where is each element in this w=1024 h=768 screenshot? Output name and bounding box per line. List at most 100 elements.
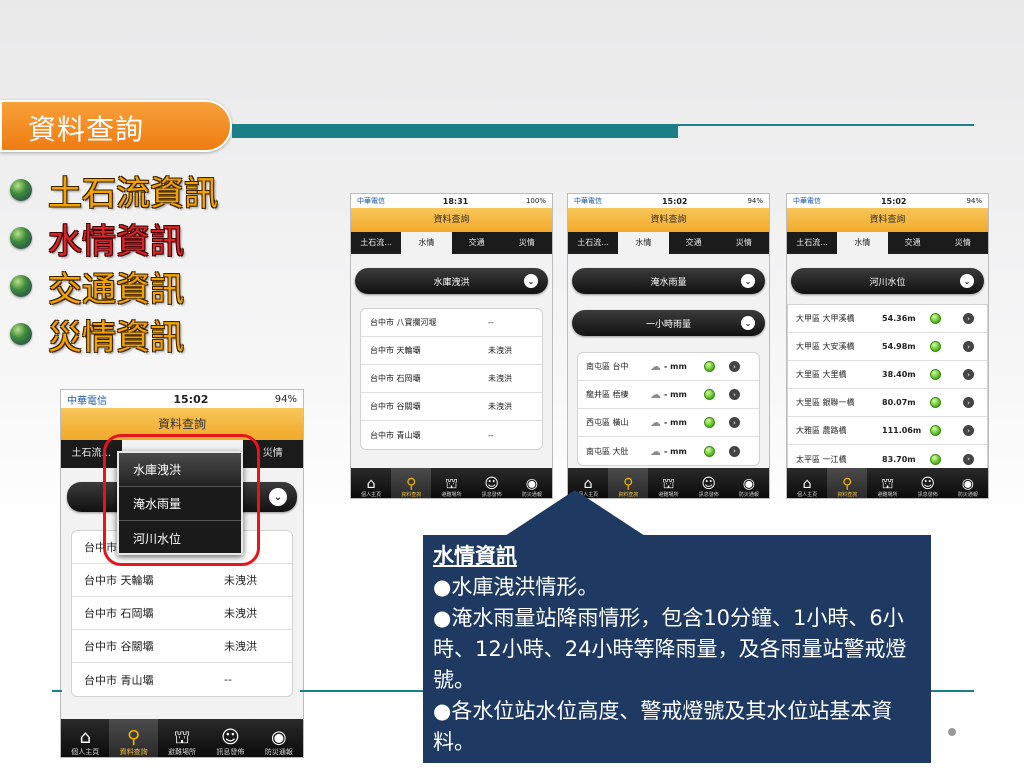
- chevron-right-icon[interactable]: ›: [963, 369, 974, 380]
- footer-rule: [52, 690, 62, 692]
- toolbar-home[interactable]: ⌂ 個人主頁: [787, 468, 827, 498]
- chevron-right-icon[interactable]: ›: [963, 313, 974, 324]
- status-bar: 中華電信 15:02 94%: [568, 194, 769, 208]
- toolbar-home[interactable]: ⌂ 個人主頁: [351, 468, 391, 498]
- chevron-right-icon[interactable]: ›: [963, 453, 974, 465]
- toolbar-label: 防災通報: [738, 492, 759, 498]
- list-item[interactable]: 大雅區 農路橋 111.06m ›: [788, 417, 987, 445]
- tab-disaster[interactable]: 災情: [938, 232, 988, 254]
- toolbar-label: 資料查詢: [401, 492, 422, 498]
- toolbar-alert[interactable]: ◉ 防災通報: [255, 719, 303, 757]
- search-icon: ⚲: [623, 476, 634, 492]
- station-status: 未洩洪: [224, 640, 257, 653]
- tab-disaster[interactable]: 災情: [719, 232, 769, 254]
- chevron-right-icon[interactable]: ›: [729, 445, 740, 457]
- list-item[interactable]: 大里區 大里橋 38.40m ›: [788, 361, 987, 389]
- list-item[interactable]: 西屯區 橫山 ☁ - mm ›: [578, 409, 759, 437]
- search-icon: ⚲: [127, 727, 141, 748]
- cloud-icon: ☁: [650, 388, 661, 401]
- list-item[interactable]: 台中市 青山壩 --: [72, 663, 292, 696]
- search-icon: ⚲: [406, 476, 417, 492]
- chevron-right-icon[interactable]: ›: [729, 361, 740, 372]
- water-level-value: 83.70m: [882, 454, 916, 464]
- dropdown-selector[interactable]: 水庫洩洪 ⌄: [355, 268, 548, 294]
- tab-traffic[interactable]: 交通: [669, 232, 719, 254]
- toolbar-search[interactable]: ⚲ 資料查詢: [827, 468, 868, 498]
- toolbar-label: 訊息發佈: [917, 492, 938, 498]
- chevron-right-icon[interactable]: ›: [729, 417, 740, 428]
- duration-selector[interactable]: 一小時雨量 ⌄: [572, 310, 765, 336]
- chat-icon: ☺: [701, 476, 717, 492]
- toolbar-label: 資料查詢: [119, 748, 148, 756]
- chevron-right-icon[interactable]: ›: [963, 425, 974, 436]
- station-name: 大雅區 農路橋: [796, 426, 847, 435]
- tab-debris[interactable]: 土石流...: [787, 232, 837, 254]
- list-item[interactable]: 台中市 八寶攔河堰 --: [361, 309, 542, 337]
- tab-debris[interactable]: 土石流...: [568, 232, 618, 254]
- toolbar-shelter[interactable]: ⛫ 避難場所: [648, 468, 688, 498]
- tab-debris[interactable]: 土石流...: [351, 232, 401, 254]
- list-item[interactable]: 台中市 天輪壩 未洩洪: [361, 337, 542, 365]
- tab-water[interactable]: 水情: [837, 232, 888, 254]
- rainfall-value: - mm: [664, 390, 687, 399]
- home-icon: ⌂: [366, 476, 376, 492]
- toolbar-message[interactable]: ☺ 訊息發佈: [689, 468, 729, 498]
- battery-label: 94%: [966, 197, 982, 205]
- carrier-label: 中華電信: [793, 197, 821, 205]
- list-item[interactable]: 台中市 石岡壩 未洩洪: [72, 597, 292, 630]
- toolbar-message[interactable]: ☺ 訊息發佈: [206, 719, 254, 757]
- chevron-down-icon: ⌄: [269, 488, 287, 506]
- tab-water[interactable]: 水情: [401, 232, 452, 254]
- water-level-value: 38.40m: [882, 370, 916, 379]
- toolbar-search[interactable]: ⚲ 資料查詢: [391, 468, 432, 498]
- bullet-item: 土石流資訊: [10, 166, 218, 214]
- app-title: 資料查詢: [869, 215, 906, 225]
- toolbar-search[interactable]: ⚲ 資料查詢: [109, 719, 158, 757]
- list-item[interactable]: 台中市 青山壩 --: [361, 421, 542, 449]
- status-light-icon: [704, 389, 715, 400]
- footer-rule: [300, 690, 424, 692]
- dropdown-selector[interactable]: 淹水雨量 ⌄: [572, 268, 765, 294]
- rainfall-value: - mm: [664, 362, 687, 371]
- list-item[interactable]: 大里區 銀聯一橋 80.07m ›: [788, 389, 987, 417]
- toolbar-label: 訊息發佈: [216, 748, 245, 756]
- list-item[interactable]: 台中市 谷關壩 未洩洪: [72, 630, 292, 663]
- toolbar-message[interactable]: ☺ 訊息發佈: [908, 468, 948, 498]
- carrier-label: 中華電信: [574, 197, 602, 205]
- tab-traffic[interactable]: 交通: [452, 232, 502, 254]
- battery-label: 94%: [274, 393, 297, 405]
- rainfall-value: - mm: [664, 418, 687, 427]
- toolbar-label: 資料查詢: [837, 492, 858, 498]
- tab-water[interactable]: 水情: [618, 232, 669, 254]
- list-item[interactable]: 大甲區 大甲溪橋 54.36m ›: [788, 305, 987, 333]
- toolbar-home[interactable]: ⌂ 個人主頁: [61, 719, 109, 757]
- tab-disaster[interactable]: 災情: [502, 232, 552, 254]
- toolbar-alert[interactable]: ◉ 防災通報: [729, 468, 769, 498]
- chevron-right-icon[interactable]: ›: [729, 389, 740, 400]
- status-bar: 中華電信 15:02 94%: [787, 194, 988, 208]
- status-time: 15:02: [661, 196, 688, 206]
- station-name: 南屯區 台中: [586, 362, 629, 371]
- chevron-down-icon: ⌄: [741, 274, 755, 288]
- tab-traffic[interactable]: 交通: [888, 232, 938, 254]
- toolbar-alert[interactable]: ◉ 防災通報: [948, 468, 988, 498]
- river-level-list: 大甲區 大甲溪橋 54.36m › 大甲區 大安溪橋 54.98m › 大里區 …: [787, 304, 988, 474]
- toolbar-shelter[interactable]: ⛫ 避難場所: [431, 468, 471, 498]
- toolbar-shelter[interactable]: ⛫ 避難場所: [158, 719, 206, 757]
- list-item[interactable]: 龍井區 梧棲 ☁ - mm ›: [578, 381, 759, 409]
- toolbar-label: 避難場所: [658, 492, 679, 498]
- shelter-icon: ⛫: [881, 476, 894, 492]
- dropdown-selector[interactable]: 河川水位 ⌄: [791, 268, 984, 294]
- rainfall-list: 南屯區 台中 ☁ - mm › 龍井區 梧棲 ☁ - mm › 西屯區 橫山 ☁…: [577, 352, 760, 466]
- toolbar-shelter[interactable]: ⛫ 避難場所: [867, 468, 907, 498]
- list-item[interactable]: 台中市 谷關壩 未洩洪: [361, 393, 542, 421]
- list-item[interactable]: 台中市 石岡壩 未洩洪: [361, 365, 542, 393]
- list-item[interactable]: 南屯區 台中 ☁ - mm ›: [578, 353, 759, 381]
- list-item[interactable]: 大甲區 大安溪橋 54.98m ›: [788, 333, 987, 361]
- chevron-right-icon[interactable]: ›: [963, 397, 974, 408]
- chevron-right-icon[interactable]: ›: [963, 341, 974, 352]
- station-name: 台中市 石岡壩: [370, 374, 421, 383]
- list-item[interactable]: 南屯區 大肚 ☁ - mm ›: [578, 437, 759, 465]
- list-item[interactable]: 台中市 天輪壩 未洩洪: [72, 564, 292, 597]
- tab-bar: 土石流... 水情 交通 災情: [787, 232, 988, 254]
